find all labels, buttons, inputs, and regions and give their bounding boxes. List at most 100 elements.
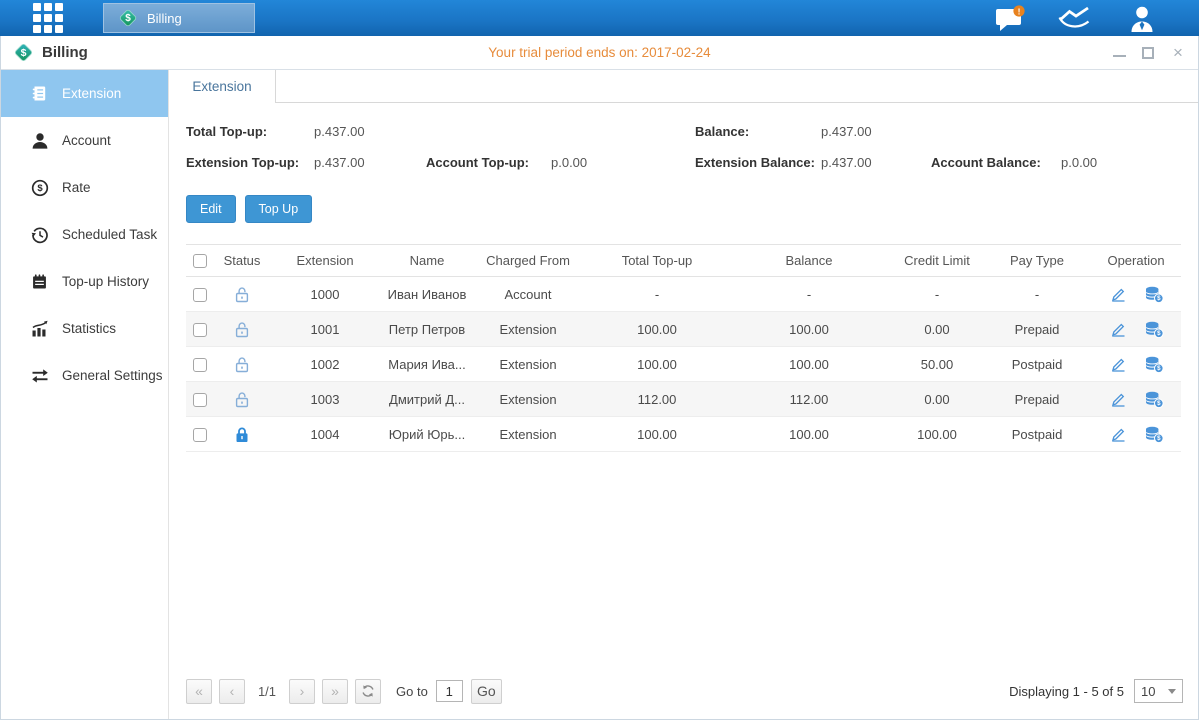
pay-type: Prepaid [988, 322, 1086, 337]
row-checkbox[interactable] [193, 323, 207, 337]
sidebar-item-extension[interactable]: Extension [1, 70, 168, 117]
sidebar-item-topup-history[interactable]: Top-up History [1, 258, 168, 305]
next-page-button[interactable]: › [289, 679, 315, 704]
prev-page-button[interactable]: ‹ [219, 679, 245, 704]
pay-type: Postpaid [988, 357, 1086, 372]
extension-number: 1001 [270, 322, 380, 337]
total-topup: 112.00 [582, 392, 732, 407]
row-checkbox[interactable] [193, 428, 207, 442]
balance: - [732, 287, 886, 302]
minimize-icon[interactable] [1113, 48, 1126, 57]
statistics-bars-icon [30, 320, 49, 338]
charged-from: Extension [474, 392, 582, 407]
taskbar-tab-label: Billing [147, 11, 182, 26]
window-title: Billing [42, 44, 88, 61]
sidebar-item-account[interactable]: Account [1, 117, 168, 164]
pay-type: Postpaid [988, 427, 1086, 442]
table-row[interactable]: 1003 Дмитрий Д... Extension 112.00 112.0… [186, 382, 1181, 417]
status-lock-icon [214, 285, 270, 302]
tab-extension[interactable]: Extension [169, 70, 276, 103]
edit-pencil-icon[interactable] [1109, 426, 1127, 443]
sidebar-item-scheduled-task[interactable]: Scheduled Task [1, 211, 168, 258]
topup-coins-icon[interactable]: $ [1145, 286, 1164, 303]
col-pay-type: Pay Type [988, 253, 1086, 268]
row-checkbox[interactable] [193, 358, 207, 372]
billing-diamond-icon: $ [118, 8, 138, 28]
sidebar-item-rate[interactable]: $ Rate [1, 164, 168, 211]
svg-text:!: ! [1018, 6, 1021, 16]
sidebar-item-label: Scheduled Task [62, 227, 157, 242]
topup-coins-icon[interactable]: $ [1145, 321, 1164, 338]
status-lock-icon [214, 390, 270, 407]
edit-pencil-icon[interactable] [1109, 321, 1127, 338]
notifications-chat-icon[interactable]: ! [995, 5, 1026, 32]
table-row[interactable]: 1001 Петр Петров Extension 100.00 100.00… [186, 312, 1181, 347]
col-credit-limit: Credit Limit [886, 253, 988, 268]
total-topup: - [582, 287, 732, 302]
col-operation: Operation [1086, 253, 1186, 268]
total-topup-label: Total Top-up: [186, 124, 267, 139]
status-lock-icon [214, 425, 270, 442]
go-button[interactable]: Go [471, 679, 502, 704]
row-checkbox[interactable] [193, 288, 207, 302]
pay-type: - [988, 287, 1086, 302]
col-extension: Extension [270, 253, 380, 268]
table-row[interactable]: 1000 Иван Иванов Account - - - - [186, 277, 1181, 312]
general-settings-arrows-icon [30, 367, 49, 385]
last-page-button[interactable]: » [322, 679, 348, 704]
account-balance-label: Account Balance: [931, 155, 1041, 170]
table-row[interactable]: 1004 Юрий Юрь... Extension 100.00 100.00… [186, 417, 1181, 452]
total-topup: 100.00 [582, 427, 732, 442]
extension-balance-label: Extension Balance: [695, 155, 815, 170]
balance: 100.00 [732, 357, 886, 372]
extension-table: Status Extension Name Charged From Total… [186, 244, 1181, 452]
edit-pencil-icon[interactable] [1109, 391, 1127, 408]
topup-history-notepad-icon [30, 273, 49, 290]
tabstrip-filler [276, 70, 1198, 103]
extension-balance-value: p.437.00 [821, 155, 872, 170]
edit-button[interactable]: Edit [186, 195, 236, 223]
svg-text:$: $ [1157, 365, 1161, 372]
app-launcher-grid-icon[interactable] [33, 3, 63, 33]
tabstrip: Extension [169, 70, 1198, 103]
refresh-button[interactable] [355, 679, 381, 704]
row-checkbox[interactable] [193, 393, 207, 407]
screen: $ Billing ! [0, 0, 1199, 720]
edit-pencil-icon[interactable] [1109, 286, 1127, 303]
svg-text:$: $ [125, 13, 131, 24]
trial-notice: Your trial period ends on: 2017-02-24 [1, 45, 1198, 60]
billing-diamond-icon: $ [13, 42, 34, 63]
credit-limit: 50.00 [886, 357, 988, 372]
charged-from: Extension [474, 322, 582, 337]
topup-coins-icon[interactable]: $ [1145, 426, 1164, 443]
close-icon[interactable]: × [1170, 45, 1186, 61]
credit-limit: 100.00 [886, 427, 988, 442]
extension-name: Юрий Юрь... [380, 427, 474, 442]
first-page-button[interactable]: « [186, 679, 212, 704]
svg-text:$: $ [21, 47, 27, 59]
user-account-icon[interactable] [1127, 5, 1157, 32]
topup-coins-icon[interactable]: $ [1145, 356, 1164, 373]
top-up-button[interactable]: Top Up [245, 195, 313, 223]
account-topup-value: p.0.00 [551, 155, 587, 170]
chevron-down-icon [1168, 689, 1176, 694]
maximize-icon[interactable] [1142, 47, 1154, 59]
goto-label: Go to [396, 684, 428, 699]
taskbar-tab-billing[interactable]: $ Billing [103, 3, 255, 33]
svg-text:$: $ [1157, 435, 1161, 442]
billing-window: $ Billing Your trial period ends on: 201… [0, 36, 1199, 720]
sidebar-item-general-settings[interactable]: General Settings [1, 352, 168, 399]
account-topup-label: Account Top-up: [426, 155, 529, 170]
edit-pencil-icon[interactable] [1109, 356, 1127, 373]
extension-number: 1002 [270, 357, 380, 372]
page-size-select[interactable]: 10 [1134, 679, 1183, 703]
sidebar-item-statistics[interactable]: Statistics [1, 305, 168, 352]
topup-coins-icon[interactable]: $ [1145, 391, 1164, 408]
select-all-checkbox[interactable] [193, 254, 207, 268]
displaying-text: Displaying 1 - 5 of 5 [1009, 684, 1124, 699]
col-status: Status [214, 253, 270, 268]
statistics-chart-icon[interactable] [1058, 5, 1095, 31]
refresh-icon [361, 684, 375, 698]
table-row[interactable]: 1002 Мария Ива... Extension 100.00 100.0… [186, 347, 1181, 382]
goto-page-input[interactable] [436, 680, 463, 702]
